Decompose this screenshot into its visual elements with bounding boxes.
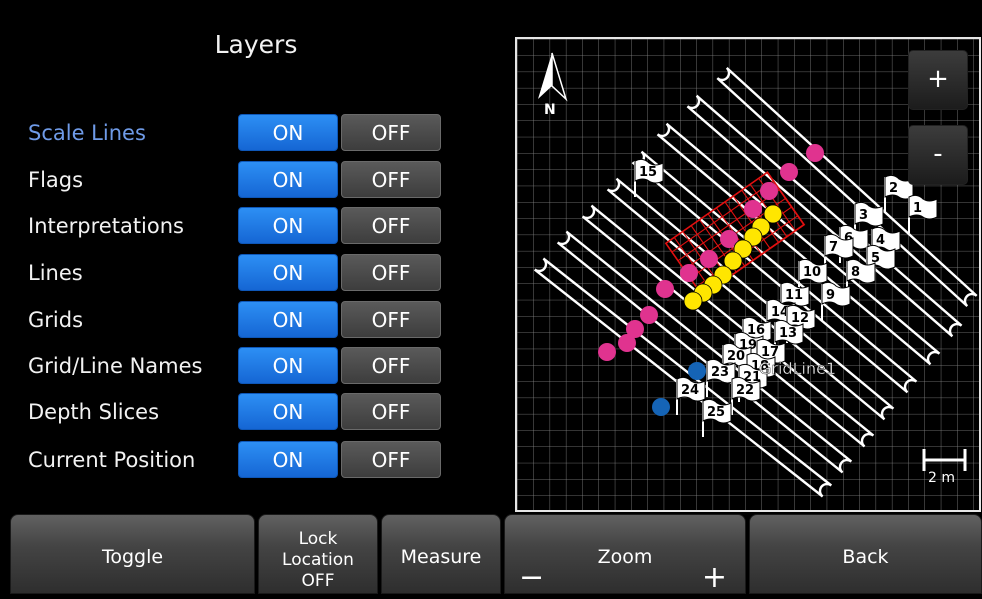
flag-label: 23 [711,365,729,380]
off-button[interactable]: OFF [341,301,441,338]
magenta-flag-marker [598,343,616,361]
magenta-flag-marker [618,334,636,352]
flag-label: 25 [707,405,725,420]
north-label: N [544,102,556,118]
magenta-flag-marker [700,250,718,268]
flag-label: 17 [761,345,779,360]
off-button[interactable]: OFF [341,254,441,291]
off-button[interactable]: OFF [341,347,441,384]
layer-row-scale-lines: Scale Lines ON OFF [0,113,460,153]
flag-label: 8 [851,265,860,280]
layer-row-interpretations: Interpretations ON OFF [0,206,460,246]
off-button[interactable]: OFF [341,114,441,151]
off-button[interactable]: OFF [341,393,441,430]
magenta-flag-marker [680,264,698,282]
on-button[interactable]: ON [238,347,338,384]
flag-label: 7 [829,240,838,255]
magenta-flag-marker [780,163,798,181]
on-button[interactable]: ON [238,114,338,151]
map-canvas[interactable]: 152136 47581091114 1216 1319 17201823 2122242… [517,39,979,510]
layer-row-lines: Lines ON OFF [0,253,460,293]
on-button[interactable]: ON [238,207,338,244]
layer-label[interactable]: Interpretations [28,206,184,246]
on-button[interactable]: ON [238,161,338,198]
layer-row-depth-slices: Depth Slices ON OFF [0,392,460,432]
layer-label[interactable]: Grids [28,300,83,340]
zoom-minus-icon[interactable]: − [519,563,544,593]
flag-label: 15 [639,165,657,180]
magenta-flag-marker [744,200,762,218]
magenta-flag-marker [656,280,674,298]
on-button[interactable]: ON [238,393,338,430]
flag-label: 10 [803,265,821,280]
layer-row-current-position: Current Position ON OFF [0,440,460,480]
toggle-label: Toggle [101,546,164,568]
scale-label: 2 m [928,470,955,486]
flag-label: 12 [791,311,809,326]
layer-label[interactable]: Scale Lines [28,113,146,153]
flag-label: 2 [889,181,898,196]
map-view[interactable]: 15 2 1 3 6 4 7 5 8 10 9 11 14 12 16 13 19 17 20 18 23 21 22 24 2… [515,37,981,512]
zoom-out-button[interactable]: - [908,125,968,185]
off-button[interactable]: OFF [341,161,441,198]
layer-row-grids: Grids ON OFF [0,300,460,340]
back-label: Back [842,546,889,568]
bottom-toolbar: Toggle Lock Location OFF Measure Zoom − … [0,514,982,594]
scale-grid [517,39,979,510]
toggle-button[interactable]: Toggle [10,514,255,594]
zoom-button[interactable]: Zoom − + [504,514,746,594]
flag-label: 1 [913,201,922,216]
flag-label: 20 [727,349,745,364]
flag-label: 11 [785,288,803,303]
yellow-flag-marker [683,291,703,311]
panel-title: Layers [214,30,298,59]
layer-label[interactable]: Lines [28,253,83,293]
flag-label: 9 [826,288,835,303]
layer-label[interactable]: Grid/Line Names [28,346,202,386]
magenta-flag-marker [760,182,778,200]
current-position-marker [688,362,706,380]
layer-label[interactable]: Current Position [28,440,195,480]
magenta-flag-marker [806,144,824,162]
lock-location-button[interactable]: Lock Location OFF [258,514,378,594]
flag-label: 24 [681,383,699,398]
on-button[interactable]: ON [238,301,338,338]
grid-line-name-label: GridLine1 [759,359,836,378]
zoom-in-button[interactable]: + [908,50,968,110]
on-button[interactable]: ON [238,254,338,291]
layer-label[interactable]: Depth Slices [28,392,159,432]
lock-state: OFF [301,571,335,591]
zoom-plus-icon[interactable]: + [702,563,727,593]
measure-button[interactable]: Measure [381,514,501,594]
on-button[interactable]: ON [238,441,338,478]
flag-label: 22 [736,383,754,398]
off-button[interactable]: OFF [341,441,441,478]
flag-label: 3 [859,208,868,223]
magenta-flag-marker [640,306,658,324]
flag-label: 4 [876,233,885,248]
current-position-marker [652,398,670,416]
location-line: Location [282,550,354,570]
flag-label: 13 [779,326,797,341]
back-button[interactable]: Back [749,514,982,594]
lock-line: Lock [298,529,338,549]
layer-row-grid-line-names: Grid/Line Names ON OFF [0,346,460,386]
off-button[interactable]: OFF [341,207,441,244]
measure-label: Measure [400,546,482,568]
layer-label[interactable]: Flags [28,160,83,200]
layer-row-flags: Flags ON OFF [0,160,460,200]
